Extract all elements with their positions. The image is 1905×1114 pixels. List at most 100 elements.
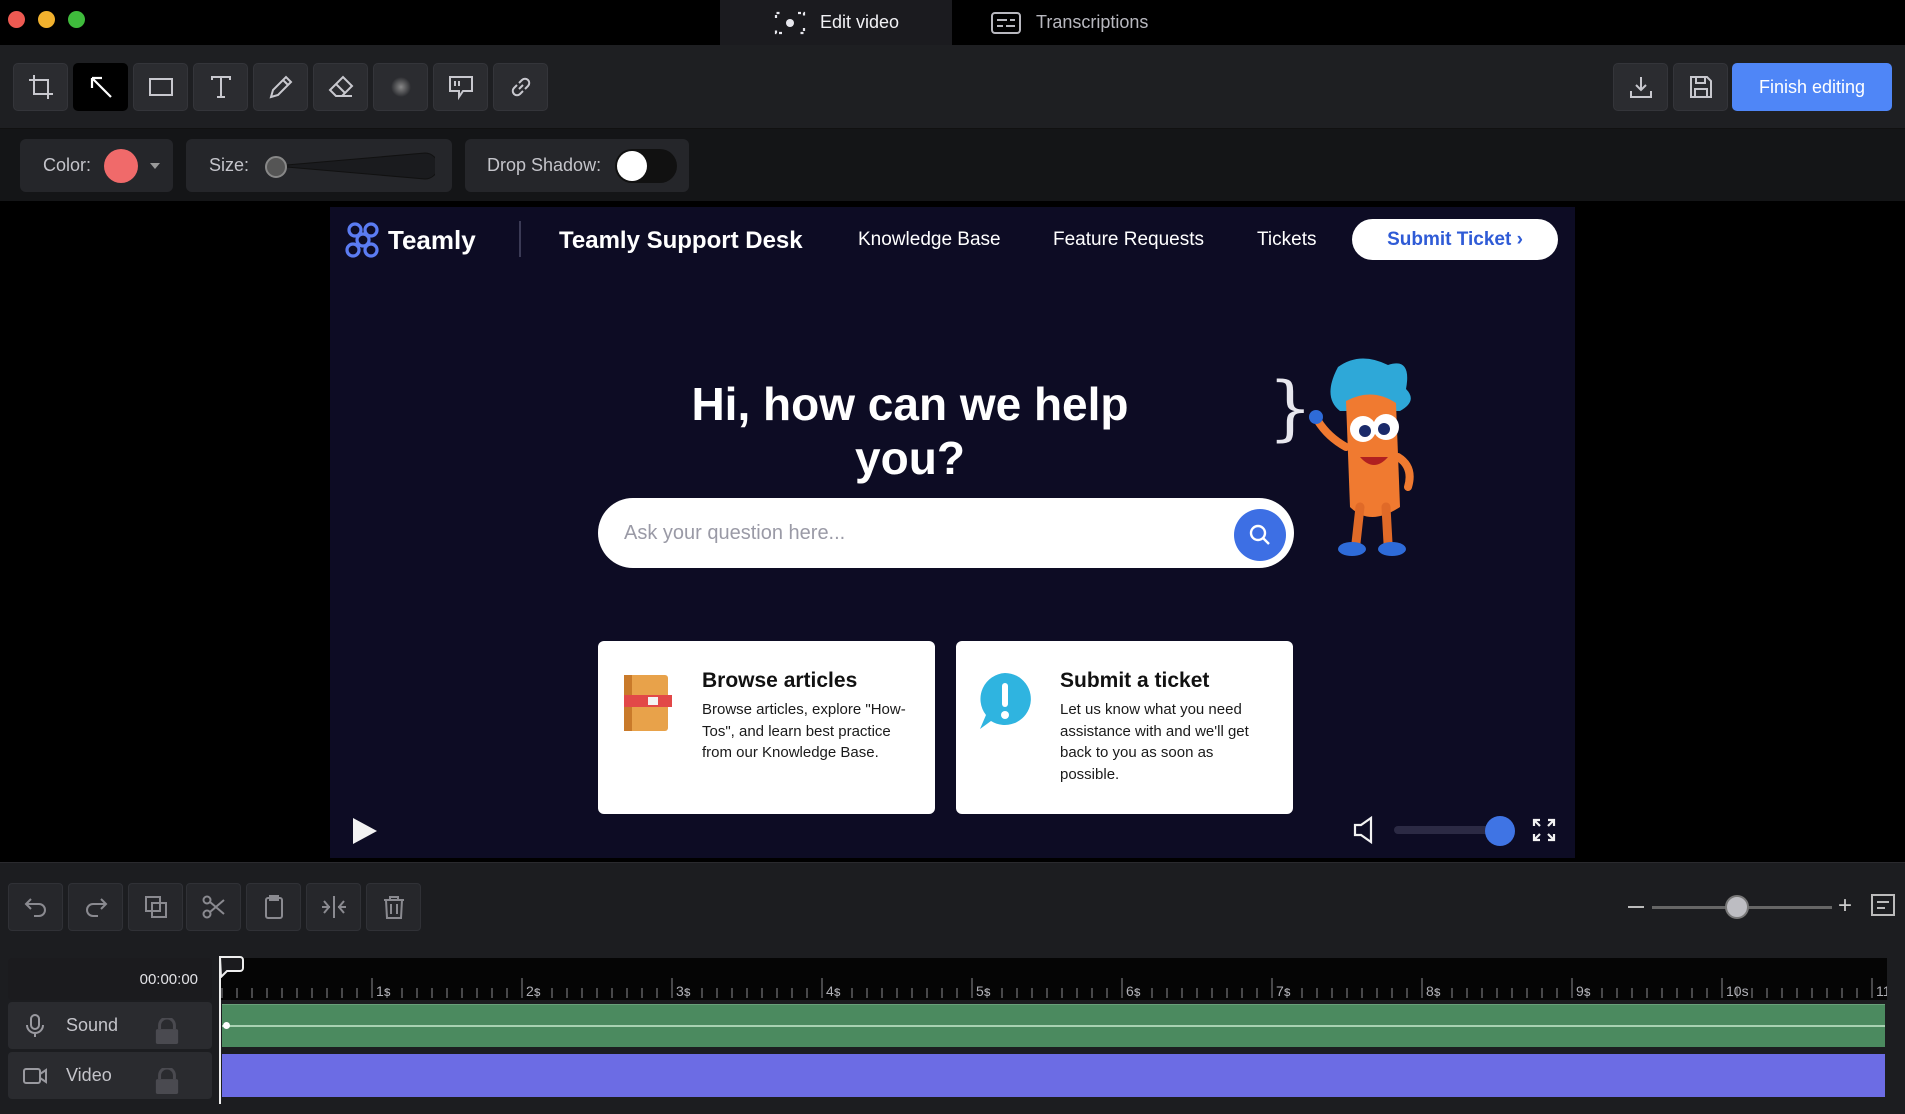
ruler-label: 4s (826, 983, 841, 999)
ruler-label: 7s (1276, 983, 1291, 999)
video-track-label[interactable]: Video (8, 1052, 212, 1099)
maximize-window-button[interactable] (68, 11, 85, 28)
crop-icon (28, 75, 53, 99)
size-slider[interactable] (265, 151, 436, 180)
timeline: 00:00:00 Sound Video 1s 2s 3s 4s 5s 6s 7s 8s 9s 1… (0, 952, 1905, 1114)
browse-articles-card[interactable]: Browse articles Browse articles, explore… (598, 641, 935, 814)
submit-ticket-button[interactable]: Submit Ticket › (1352, 219, 1558, 260)
sound-clip[interactable] (222, 1004, 1885, 1047)
search-button[interactable] (1234, 509, 1286, 561)
microphone-icon (26, 1013, 44, 1037)
ruler-label: 8s (1426, 983, 1441, 999)
track-name: Sound (66, 1015, 119, 1035)
ruler-label: 2s (526, 983, 541, 999)
text-tool-button[interactable] (193, 63, 248, 111)
rectangle-tool-button[interactable] (133, 63, 188, 111)
redo-button[interactable] (68, 883, 123, 931)
volume-keyframe[interactable] (223, 1022, 230, 1029)
lock-icon[interactable] (154, 1018, 180, 1044)
blur-icon (390, 77, 411, 97)
tab-transcriptions-label: Transcriptions (1036, 12, 1149, 32)
time-ruler[interactable]: 1s 2s 3s 4s 5s 6s 7s 8s 9s 10s 11 (220, 958, 1887, 1000)
close-window-button[interactable] (8, 11, 25, 28)
ruler-label: 6s (1126, 983, 1141, 999)
chevron-down-icon[interactable] (150, 162, 161, 169)
search-input[interactable] (624, 516, 1204, 550)
zoom-in-button[interactable]: + (1838, 894, 1852, 918)
divider (519, 221, 521, 257)
sound-track-label[interactable]: Sound (8, 1002, 212, 1049)
undo-button[interactable] (8, 883, 63, 931)
crop-tool-button[interactable] (13, 63, 68, 111)
blur-tool-button[interactable] (373, 63, 428, 111)
duplicate-button[interactable] (128, 883, 183, 931)
link-tool-button[interactable] (493, 63, 548, 111)
color-swatch[interactable] (104, 148, 139, 183)
volume-icon[interactable] (1352, 815, 1378, 845)
callout-tool-button[interactable] (433, 63, 488, 111)
rectangle-icon (148, 78, 173, 96)
pen-tool-button[interactable] (253, 63, 308, 111)
ruler-label: 11 (1876, 983, 1887, 999)
delete-button[interactable] (366, 883, 421, 931)
volume-line[interactable] (222, 1025, 1885, 1027)
teamly-logo-icon (345, 222, 379, 258)
nav-feature-requests[interactable]: Feature Requests (1053, 229, 1204, 251)
track-name: Video (66, 1065, 112, 1085)
transcriptions-icon (991, 11, 1021, 34)
search-icon (1249, 524, 1270, 545)
link-icon (511, 77, 530, 97)
arrow-icon (90, 76, 112, 98)
ruler-label: 5s (976, 983, 991, 999)
zoom-out-button[interactable] (1628, 906, 1644, 908)
tab-edit-video[interactable]: Edit video (720, 0, 952, 45)
hero-heading: Hi, how can we help you? (691, 378, 1129, 484)
drop-shadow-toggle[interactable] (615, 148, 678, 183)
lock-icon[interactable] (154, 1068, 180, 1094)
paste-button[interactable] (246, 883, 301, 931)
submit-ticket-card[interactable]: Submit a ticket Let us know what you nee… (956, 641, 1293, 814)
minimize-window-button[interactable] (38, 11, 55, 28)
cut-button[interactable] (186, 883, 241, 931)
ruler-label: 9s (1576, 983, 1591, 999)
drop-shadow-control: Drop Shadow: (465, 139, 689, 192)
ruler-label: 3s (676, 983, 691, 999)
color-label: Color: (43, 155, 92, 175)
tab-edit-video-label: Edit video (820, 12, 900, 32)
video-clip[interactable] (222, 1054, 1885, 1097)
undo-icon (24, 898, 46, 917)
finish-editing-button[interactable]: Finish editing (1732, 63, 1892, 111)
arrow-tool-button[interactable] (73, 63, 128, 111)
tab-transcriptions[interactable]: Transcriptions (952, 0, 1212, 45)
fit-timeline-icon[interactable] (1870, 893, 1896, 917)
text-icon (210, 76, 231, 98)
size-slider-knob[interactable] (265, 155, 288, 178)
nav-tickets[interactable]: Tickets (1257, 229, 1316, 251)
toggle-knob (617, 150, 648, 181)
split-button[interactable] (306, 883, 361, 931)
scissors-icon (202, 895, 225, 919)
title-bar: Edit video Transcriptions (0, 0, 1905, 45)
eraser-tool-button[interactable] (313, 63, 368, 111)
zoom-slider-knob[interactable] (1725, 895, 1749, 919)
download-button[interactable] (1613, 63, 1668, 111)
playhead-handle[interactable] (219, 956, 247, 978)
size-control: Size: (186, 139, 452, 192)
playhead[interactable] (219, 956, 221, 1104)
color-picker[interactable]: Color: (20, 139, 173, 192)
download-icon (1629, 77, 1652, 98)
card-title: Browse articles (702, 669, 858, 692)
camera-icon (23, 1067, 47, 1084)
volume-slider-knob[interactable] (1485, 816, 1515, 846)
brand-logo: Teamly (344, 221, 476, 259)
fullscreen-icon[interactable] (1531, 817, 1557, 843)
video-canvas: Teamly Teamly Support Desk Knowledge Bas… (0, 201, 1905, 976)
video-frame[interactable]: Teamly Teamly Support Desk Knowledge Bas… (330, 207, 1575, 858)
save-button[interactable] (1673, 63, 1728, 111)
support-desk-title: Teamly Support Desk (559, 227, 803, 254)
redo-icon (85, 898, 107, 917)
copy-icon (144, 896, 167, 918)
nav-knowledge-base[interactable]: Knowledge Base (858, 229, 1001, 251)
play-icon[interactable] (350, 815, 380, 847)
ruler-label: 1s (376, 983, 391, 999)
